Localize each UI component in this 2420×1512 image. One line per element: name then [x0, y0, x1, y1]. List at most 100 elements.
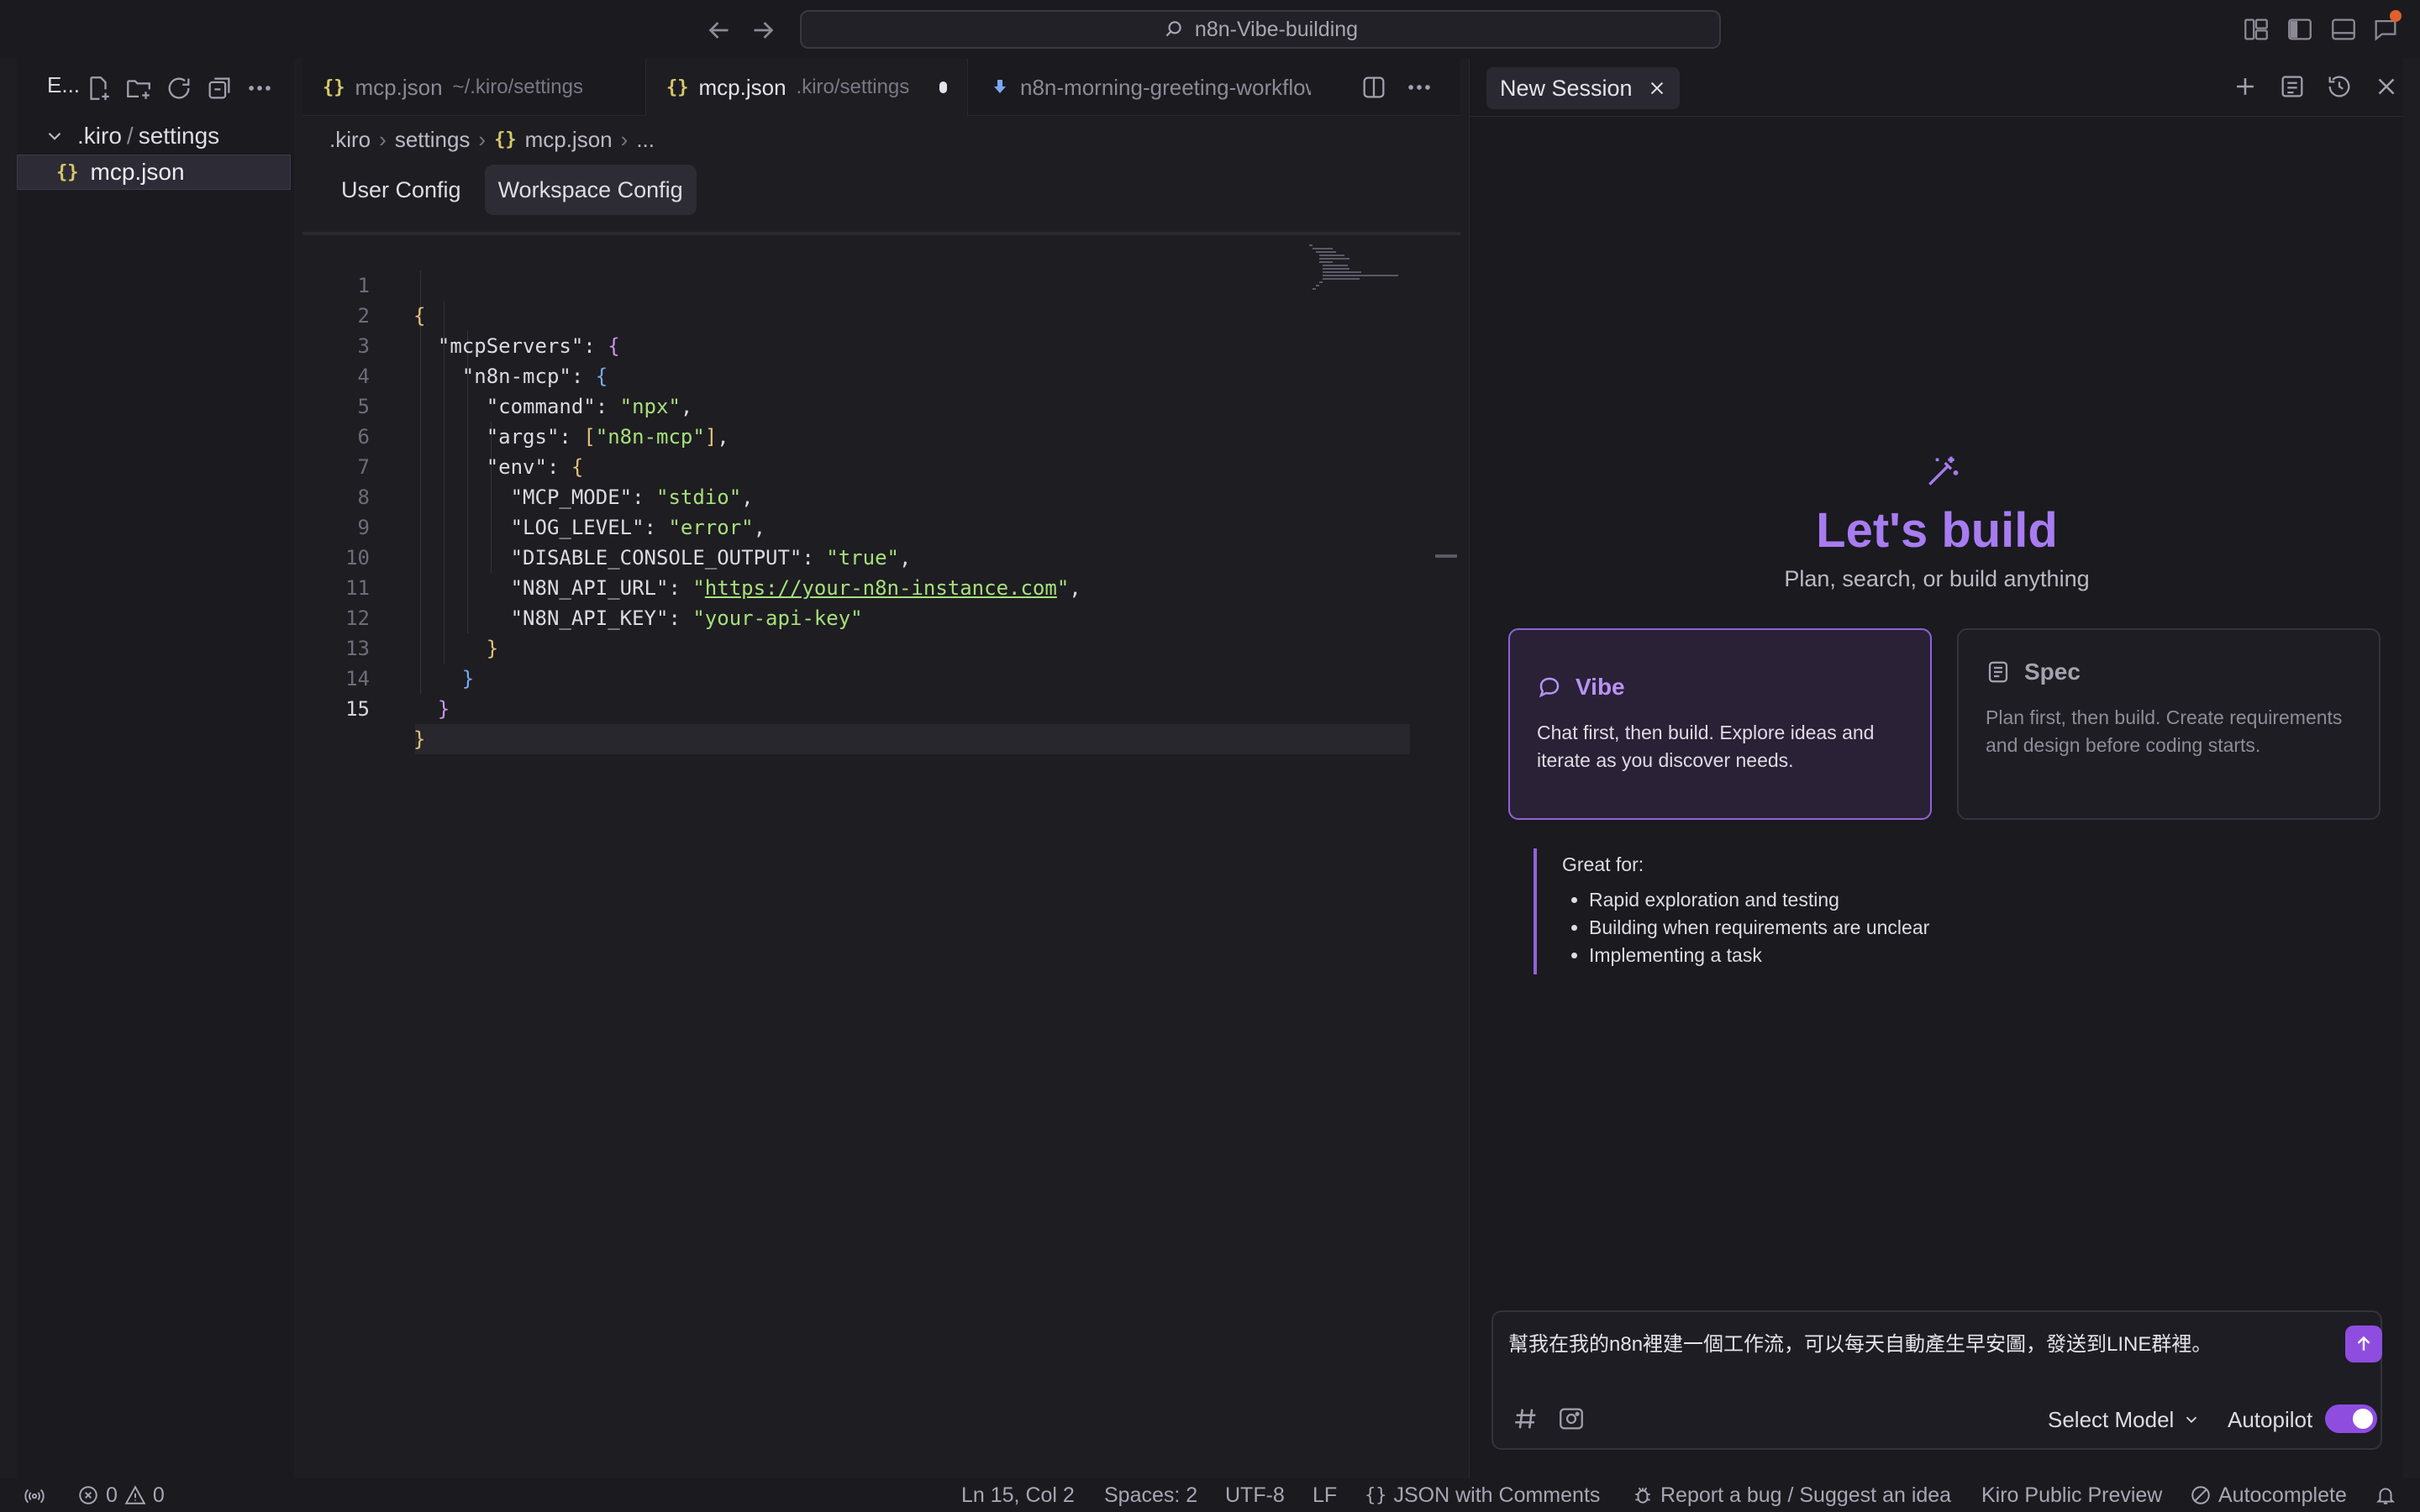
user-config-button[interactable]: User Config — [328, 165, 475, 215]
code-line: 11 "N8N_API_KEY": "your-api-key" — [302, 543, 1460, 630]
session-tab-label: New Session — [1500, 75, 1633, 101]
breadcrumb-item-more[interactable]: ... — [636, 127, 655, 153]
tab-path: ~/.kiro/settings — [452, 76, 583, 98]
subfolder-name: settings — [138, 123, 220, 149]
config-toggle: User Config Workspace Config — [328, 165, 697, 215]
tab-user-mcp-json[interactable]: {} mcp.json ~/.kiro/settings — [302, 59, 645, 116]
tree-file-mcp-json[interactable]: {} mcp.json — [17, 155, 291, 190]
disabled-circle-icon — [2190, 1484, 2212, 1506]
problems-indicator[interactable]: 0 0 — [77, 1478, 165, 1512]
send-button[interactable] — [2345, 1326, 2382, 1362]
explorer-header: E... — [17, 59, 294, 114]
spec-mode-card[interactable]: Spec Plan first, then build. Create requ… — [1957, 628, 2381, 820]
command-center-search[interactable]: n8n-Vibe-building — [800, 10, 1721, 49]
json-braces-icon: {} — [1365, 1484, 1387, 1506]
forward-arrow-icon[interactable] — [748, 15, 778, 45]
list-item: Rapid exploration and testing — [1589, 886, 2122, 914]
breadcrumb-item-settings[interactable]: settings — [395, 127, 471, 153]
json-file-icon: {} — [494, 129, 517, 150]
code-line: 7 "MCP_MODE": "stdio", — [302, 422, 1460, 509]
new-session-plus-icon[interactable] — [2231, 72, 2260, 101]
indentation[interactable]: Spaces: 2 — [1104, 1478, 1197, 1512]
workspace-config-button[interactable]: Workspace Config — [484, 165, 697, 215]
editor-divider — [302, 232, 1460, 235]
tab-path: .kiro/settings — [796, 76, 910, 98]
breadcrumb-label: kiro — [335, 126, 371, 152]
code-line: 3 "n8n-mcp": { — [302, 301, 1460, 388]
unsaved-dot-icon[interactable] — [939, 81, 947, 93]
arrow-up-icon — [2353, 1333, 2375, 1355]
toggle-panel-icon[interactable] — [2329, 15, 2358, 44]
autocomplete-toggle[interactable]: Autocomplete — [2190, 1478, 2347, 1512]
report-bug-link[interactable]: Report a bug / Suggest an idea — [1632, 1478, 1951, 1512]
chat-input-box[interactable]: 幫我在我的n8n裡建一個工作流，可以每天自動產生早安圖，發送到LINE群裡。 S… — [1491, 1310, 2382, 1450]
explorer-title: E... — [47, 72, 81, 97]
close-panel-icon[interactable] — [2372, 72, 2401, 101]
bell-icon[interactable] — [2375, 1478, 2396, 1512]
language-mode[interactable]: {} JSON with Comments — [1365, 1478, 1600, 1512]
list-item: Building when requirements are unclear — [1589, 914, 2122, 942]
end-of-line[interactable]: LF — [1313, 1478, 1337, 1512]
refresh-icon[interactable] — [165, 74, 193, 102]
more-actions-icon[interactable] — [245, 74, 274, 102]
code-line: 12 } — [302, 573, 1460, 660]
error-icon — [77, 1484, 99, 1506]
minimap[interactable] — [1307, 242, 1400, 292]
code-line: 13 } — [302, 603, 1460, 690]
autopilot-toggle[interactable] — [2325, 1404, 2377, 1433]
session-list-icon[interactable] — [2278, 72, 2307, 101]
spec-title: Spec — [2024, 659, 2081, 685]
vibe-mode-card[interactable]: Vibe Chat first, then build. Explore ide… — [1508, 628, 1932, 820]
back-arrow-icon[interactable] — [704, 15, 734, 45]
title-bar: n8n-Vibe-building — [0, 0, 2420, 59]
model-select-label: Select Model — [2048, 1406, 2175, 1432]
great-for-title: Great for: — [1562, 853, 1644, 875]
language-label: JSON with Comments — [1393, 1483, 1601, 1507]
list-item: Implementing a task — [1589, 942, 2122, 969]
chat-header-divider — [1470, 116, 2404, 117]
breadcrumb-item-file[interactable]: mcp.json — [525, 127, 613, 153]
chat-input[interactable]: 幫我在我的n8n裡建一個工作流，可以每天自動產生早安圖，發送到LINE群裡。 — [1508, 1327, 2315, 1357]
tab-workflow[interactable]: n8n-morning-greeting-workflow — [970, 59, 1331, 116]
error-count: 0 — [106, 1483, 118, 1507]
tab-new-session[interactable]: New Session — [1486, 67, 1680, 109]
editor-more-icon[interactable] — [1405, 73, 1434, 102]
token: } — [413, 727, 426, 751]
model-select[interactable]: Select Model — [2048, 1404, 2201, 1435]
chat-bubble-icon[interactable] — [2371, 10, 2402, 44]
tree-folder-kiro-settings[interactable]: .kiro / settings — [17, 119, 294, 153]
code-line: 2 "mcpServers": { — [302, 270, 1460, 358]
file-name: mcp.json — [90, 159, 185, 185]
warning-count: 0 — [152, 1483, 165, 1507]
toggle-sidebar-icon[interactable] — [2286, 15, 2314, 44]
code-line: 9 "DISABLE_CONSOLE_OUTPUT": "true", — [302, 482, 1460, 570]
great-for-section: Great for: Rapid exploration and testing… — [1534, 848, 2122, 974]
scrollbar-marker[interactable] — [1435, 554, 1457, 558]
remote-broadcast-icon[interactable] — [24, 1478, 45, 1512]
report-bug-label: Report a bug / Suggest an idea — [1660, 1483, 1952, 1507]
image-attach-icon[interactable] — [1557, 1404, 1586, 1433]
bug-icon — [1632, 1484, 1654, 1506]
new-folder-icon[interactable] — [124, 74, 153, 102]
split-editor-icon[interactable] — [1360, 73, 1388, 102]
folder-name: .kiro — [77, 123, 122, 149]
public-preview-label[interactable]: Kiro Public Preview — [1981, 1478, 2162, 1512]
cursor-position[interactable]: Ln 15, Col 2 — [961, 1478, 1075, 1512]
breadcrumb-item-kiro[interactable]: .kiro — [329, 127, 371, 153]
great-for-list: Rapid exploration and testing Building w… — [1562, 886, 2122, 969]
hash-context-icon[interactable] — [1512, 1404, 1540, 1433]
vibe-title: Vibe — [1576, 674, 1625, 700]
current-line-highlight — [415, 724, 1410, 754]
tab-workspace-mcp-json[interactable]: {} mcp.json .kiro/settings — [645, 59, 968, 116]
encoding[interactable]: UTF-8 — [1225, 1478, 1285, 1512]
collapse-all-icon[interactable] — [205, 74, 234, 102]
layout-customize-icon[interactable] — [2242, 15, 2270, 44]
chevron-down-icon — [44, 125, 69, 147]
history-icon[interactable] — [2325, 72, 2354, 101]
chat-panel: New Session Let's build Plan, search, or… — [1469, 59, 2404, 1478]
new-file-icon[interactable] — [84, 74, 113, 102]
chevron-right-icon: › — [620, 126, 629, 152]
close-icon[interactable] — [1648, 79, 1666, 97]
folder-separator: / — [126, 123, 134, 149]
hero-subtitle: Plan, search, or build anything — [1784, 566, 2090, 591]
